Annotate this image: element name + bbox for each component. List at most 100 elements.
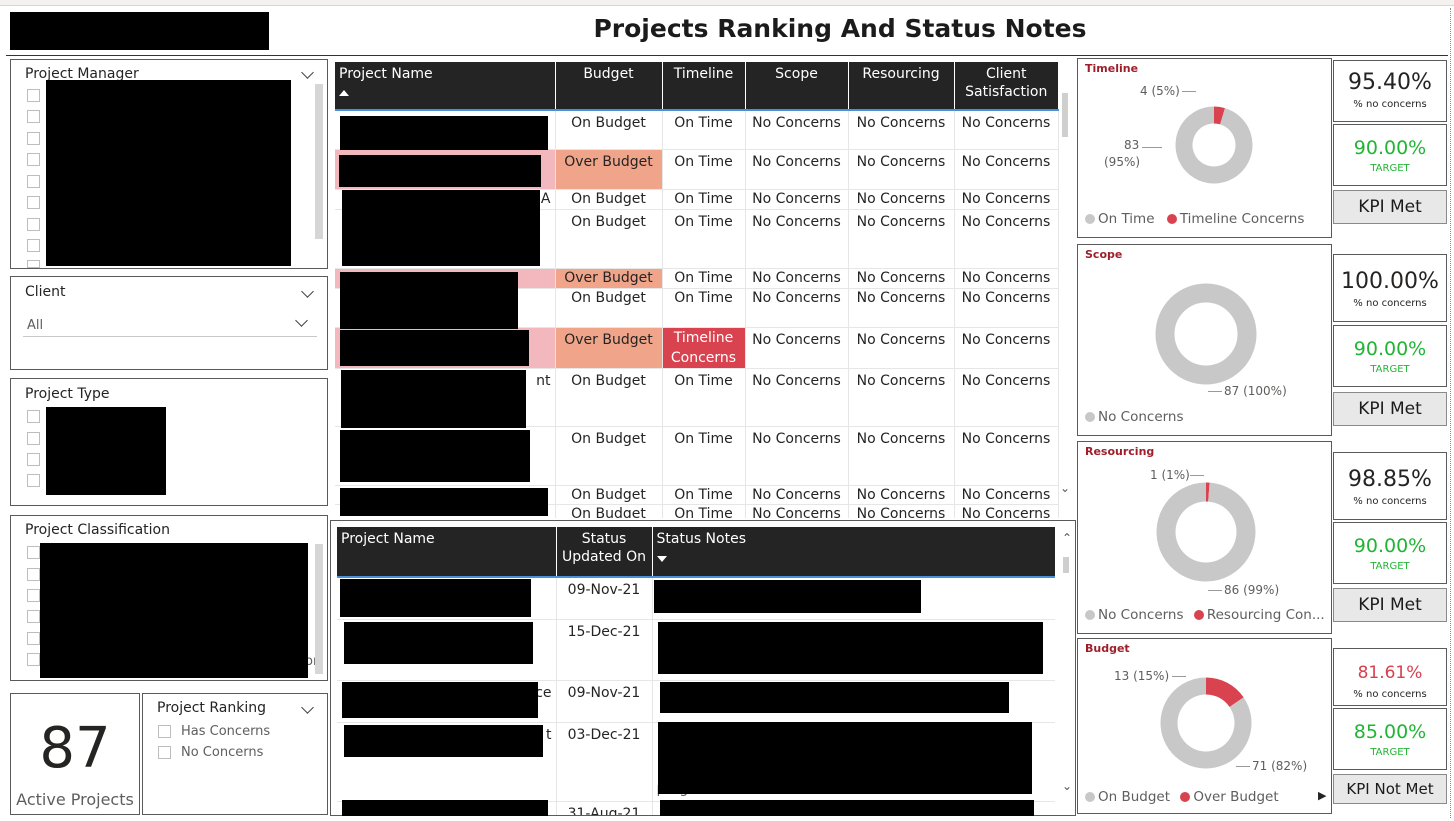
timeline-cell: On Time <box>662 288 746 328</box>
chevron-down-icon <box>295 314 308 327</box>
resourcing-cell: No Concerns <box>848 189 955 210</box>
timeline-cell: On Time <box>662 189 746 210</box>
checkbox[interactable] <box>27 653 40 666</box>
redacted-status-notes <box>658 722 1032 794</box>
scrollbar[interactable] <box>1063 557 1069 573</box>
checkbox[interactable] <box>27 196 40 209</box>
no-concerns-checkbox[interactable] <box>158 746 171 759</box>
col-header-timeline[interactable]: Timeline <box>662 62 746 110</box>
legend-swatch <box>1193 610 1204 620</box>
donut-slice-timeline-concerns[interactable] <box>1213 106 1225 125</box>
scroll-down-icon[interactable]: ⌄ <box>1062 779 1072 793</box>
checkbox[interactable] <box>27 432 40 445</box>
col-header-project-name[interactable]: Project Name <box>337 527 557 577</box>
scope-cell: No Concerns <box>745 149 849 190</box>
scrollbar[interactable] <box>1062 93 1068 137</box>
checkbox[interactable] <box>27 89 40 102</box>
checkbox[interactable] <box>27 474 40 487</box>
checkbox[interactable] <box>27 175 40 188</box>
checkbox[interactable] <box>27 260 40 268</box>
sort-descending-icon[interactable] <box>656 556 667 562</box>
col-header-budget[interactable]: Budget <box>555 62 663 110</box>
project-ranking-slicer[interactable]: Project Ranking Has Concerns No Concerns <box>142 693 328 815</box>
kpi-target-label: TARGET <box>1370 747 1410 758</box>
checkbox[interactable] <box>27 546 40 559</box>
resourcing-cell: No Concerns <box>848 426 955 486</box>
donut-slice-no-concerns[interactable] <box>1155 283 1257 385</box>
col-header-status-updated-on[interactable]: Status Updated On <box>556 527 653 577</box>
client-cell: No Concerns <box>954 368 1059 427</box>
kpi-value: 95.40% <box>1348 70 1432 95</box>
checkbox[interactable] <box>27 610 40 623</box>
leader-line <box>1236 766 1250 767</box>
checkbox[interactable] <box>27 239 40 252</box>
redacted-status-notes <box>660 800 1034 816</box>
checkbox[interactable] <box>27 453 40 466</box>
project-name-fragment: A <box>540 190 551 207</box>
ok-data-label: 87 (100%) <box>1224 384 1287 398</box>
chevron-down-icon[interactable] <box>301 285 314 298</box>
timeline-cell: On Time <box>662 110 746 150</box>
col-header-resourcing[interactable]: Resourcing <box>848 62 955 110</box>
scope-kpi-target: 90.00% TARGET <box>1333 325 1447 387</box>
timeline-kpi-status: KPI Met <box>1333 190 1447 224</box>
checkbox[interactable] <box>27 568 40 581</box>
scope-donut-card: Scope 87 (100%) No Concerns <box>1077 244 1332 436</box>
client-cell: No Concerns <box>954 268 1059 289</box>
col-header-scope[interactable]: Scope <box>745 62 849 110</box>
redacted-project-name <box>340 488 548 516</box>
col-header-label: Updated On <box>562 549 646 565</box>
kpi-value-label: % no concerns <box>1353 298 1427 309</box>
redacted-project-name <box>340 430 530 482</box>
ok-data-label: 86 (99%) <box>1224 583 1280 597</box>
resourcing-cell: No Concerns <box>848 504 955 518</box>
checkbox[interactable] <box>27 410 40 423</box>
col-header-client-satisfaction[interactable]: Client Satisfaction <box>954 62 1058 110</box>
redacted-type-list <box>46 407 166 495</box>
checkbox[interactable] <box>27 132 40 145</box>
checkbox[interactable] <box>27 589 40 602</box>
donut-slice-on-time[interactable] <box>1175 106 1253 184</box>
canvas-edge <box>1450 8 1451 818</box>
checkbox[interactable] <box>27 153 40 166</box>
status-date-cell: 03-Dec-21 <box>556 722 653 802</box>
checkbox[interactable] <box>27 110 40 123</box>
donut-slice-no-concerns[interactable] <box>1156 482 1256 582</box>
legend-next-icon[interactable]: ▶ <box>1318 789 1326 802</box>
active-projects-card: 87 Active Projects <box>10 693 140 815</box>
scope-cell: No Concerns <box>745 426 849 486</box>
sort-ascending-icon[interactable] <box>339 90 349 96</box>
chevron-down-icon[interactable] <box>301 66 314 79</box>
col-header-label: Satisfaction <box>965 84 1048 100</box>
checkbox[interactable] <box>27 218 40 231</box>
client-dropdown[interactable]: All <box>23 311 317 337</box>
donut-slice-over-budget[interactable] <box>1205 677 1244 708</box>
leader-line <box>1142 147 1162 148</box>
chart-legend: On Time Timeline Concerns <box>1085 211 1304 227</box>
timeline-cell: Timeline Concerns <box>662 327 746 369</box>
active-projects-label: Active Projects <box>16 790 134 809</box>
kpi-target: 90.00% <box>1353 137 1427 159</box>
project-name-fragment: t <box>546 726 552 743</box>
scrollbar[interactable] <box>315 84 323 239</box>
has-concerns-checkbox[interactable] <box>158 725 171 738</box>
col-header-status-notes[interactable]: Status Notes <box>652 527 1055 577</box>
ok-data-label: 83 <box>1124 138 1140 152</box>
slicer-title: Project Ranking <box>157 700 266 716</box>
client-slicer[interactable]: Client All <box>10 276 328 370</box>
legend-swatch <box>1085 214 1095 224</box>
redacted-project-name <box>341 370 526 428</box>
kpi-target: 90.00% <box>1353 535 1427 557</box>
col-header-project-name[interactable]: Project Name <box>335 62 556 110</box>
redacted-project-name <box>340 272 518 329</box>
client-cell: No Concerns <box>954 426 1059 486</box>
chevron-down-icon[interactable] <box>301 701 314 714</box>
client-cell: No Concerns <box>954 149 1059 190</box>
scroll-up-icon[interactable]: ⌃ <box>1062 531 1072 545</box>
checkbox[interactable] <box>27 632 40 645</box>
scrollbar[interactable] <box>315 544 323 674</box>
timeline-donut-chart <box>1175 106 1253 184</box>
scroll-down-icon[interactable]: ⌄ <box>1060 481 1070 495</box>
ribbon-strip <box>0 0 1454 6</box>
has-concerns-label: Has Concerns <box>181 724 271 739</box>
